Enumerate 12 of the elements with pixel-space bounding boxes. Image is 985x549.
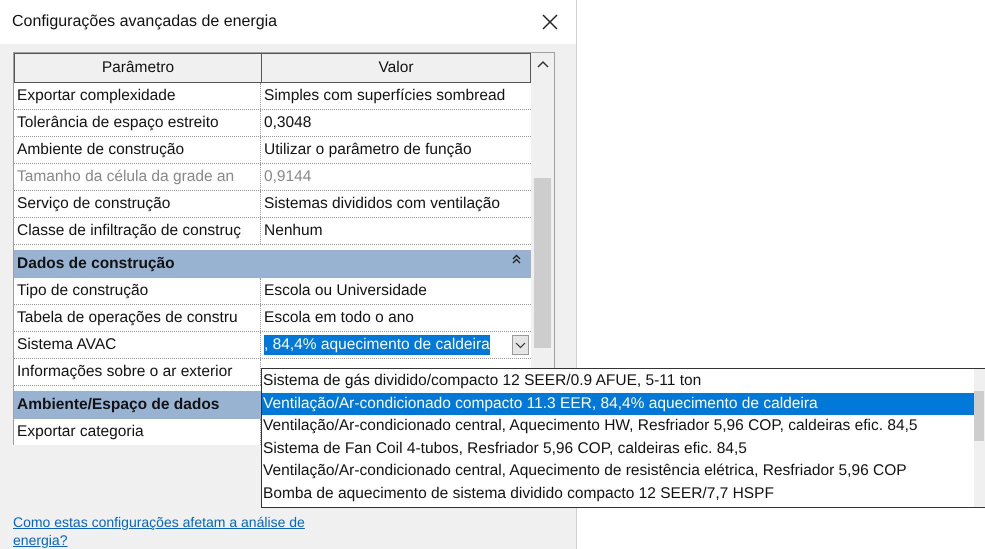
- parameter-name: Ambiente de construção: [14, 137, 261, 163]
- parameter-name: Serviço de construção: [14, 191, 261, 217]
- parameter-name: Tamanho da célula da grade an: [14, 164, 261, 190]
- column-header: Valor: [377, 58, 415, 78]
- column-header: Parâmetro: [15, 54, 262, 82]
- parameter-name: Tolerância de espaço estreito: [14, 110, 261, 136]
- parameter-name: Tabela de operações de constru: [14, 305, 261, 331]
- parameter-name: Classe de infiltração de construç: [14, 218, 261, 244]
- parameter-name: Sistema AVAC: [14, 332, 261, 358]
- parameter-name: Tipo de construção: [14, 278, 261, 304]
- parameter-name: Exportar complexidade: [14, 83, 261, 109]
- window-title: Configurações avançadas de energia: [12, 13, 278, 31]
